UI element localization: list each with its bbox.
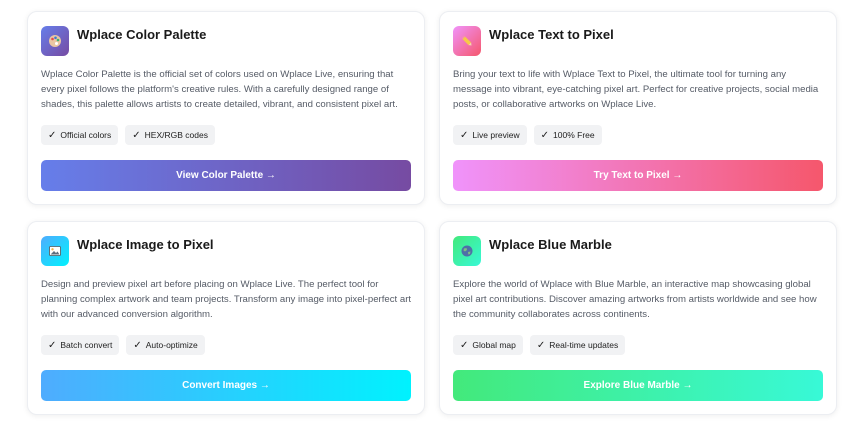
check-icon: ✓ [460,339,469,351]
feature-tag-label: Official colors [60,130,112,140]
card-description: Wplace Color Palette is the official set… [41,69,398,110]
feature-tag-label: Auto-optimize [145,340,198,350]
card-title: Wplace Text to Pixel [489,27,614,42]
card-title: Wplace Color Palette [77,27,207,42]
card-title: Wplace Image to Pixel [77,237,214,252]
view-color-palette-button[interactable]: View Color Palette → [41,160,411,191]
try-text-to-pixel-button[interactable]: Try Text to Pixel → [453,160,823,191]
check-icon: ✓ [540,129,550,141]
feature-tag-label: Batch convert [60,340,113,350]
feature-tag: ✓ 100% Free [533,125,602,145]
feature-tags: ✓ Live preview ✓ 100% Free [453,125,602,145]
feature-tag: ✓ HEX/RGB codes [125,125,215,145]
card-title: Wplace Blue Marble [489,237,612,252]
card-description: Bring your text to life with Wplace Text… [453,69,819,110]
feature-tag-label: 100% Free [553,130,595,140]
check-icon: ✓ [48,339,57,351]
check-icon: ✓ [48,129,57,141]
check-icon: ✓ [460,129,469,141]
palette-icon [41,26,69,56]
feature-tag: ✓ Live preview [453,125,527,145]
image-to-pixel-card: Wplace Image to Pixel Design and preview… [27,221,425,415]
feature-tag-label: Real-time updates [549,340,619,350]
color-palette-card: Wplace Color Palette Wplace Color Palett… [27,11,425,205]
feature-tag-label: HEX/RGB codes [144,130,208,140]
feature-tag: ✓ Global map [453,335,523,355]
image-icon [41,236,69,266]
convert-images-button[interactable]: Convert Images → [41,370,411,401]
feature-tag: ✓ Official colors [41,125,119,145]
check-icon: ✓ [132,129,141,141]
pencil-icon [453,26,481,56]
feature-tag: ✓ Batch convert [41,335,120,355]
feature-tags: ✓ Official colors ✓ HEX/RGB codes [41,125,215,145]
check-icon: ✓ [536,339,546,351]
check-icon: ✓ [133,339,142,351]
card-description: Design and preview pixel art before plac… [41,279,412,320]
text-to-pixel-card: Wplace Text to Pixel Bring your text to … [439,11,837,205]
globe-icon [453,236,481,266]
feature-tags: ✓ Global map ✓ Real-time updates [453,335,626,355]
blue-marble-card: Wplace Blue Marble Explore the world of … [439,221,837,415]
explore-blue-marble-button[interactable]: Explore Blue Marble → [453,370,823,401]
feature-tag: ✓ Auto-optimize [126,335,205,355]
card-description: Explore the world of Wplace with Blue Ma… [453,279,817,320]
feature-tag: ✓ Real-time updates [529,335,626,355]
feature-tags: ✓ Batch convert ✓ Auto-optimize [41,335,205,355]
feature-tag-label: Global map [472,340,516,350]
feature-tag-label: Live preview [472,130,520,140]
